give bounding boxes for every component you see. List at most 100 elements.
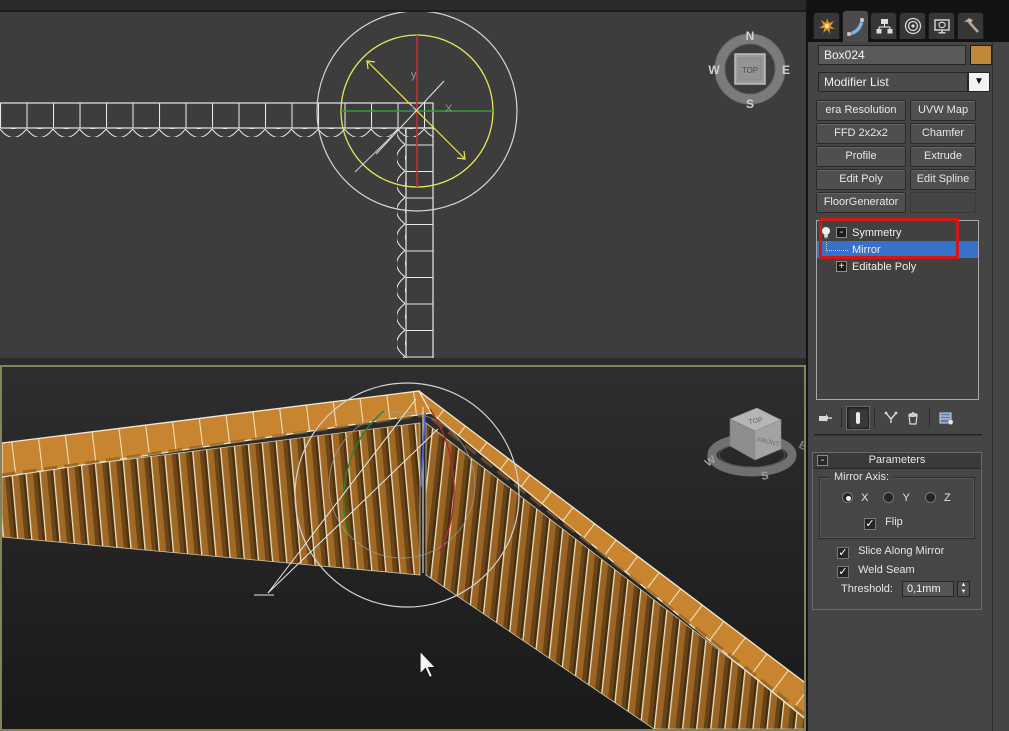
spinner-down-icon[interactable]: ▼ — [958, 589, 969, 596]
modifier-button-edit-spline[interactable]: Edit Spline — [910, 169, 976, 190]
3dsmax-window: y X z TOP N E S W TOP FRONT W S E Box024… — [0, 0, 1009, 731]
panel-edge-line — [992, 42, 993, 731]
radio-y[interactable] — [883, 492, 895, 503]
radio-y-label: Y — [902, 492, 910, 504]
command-panel: Box024 Modifier List ▼ era Resolution UV… — [806, 0, 1009, 731]
stack-item-label: Mirror — [852, 243, 881, 256]
pin-stack-icon — [819, 414, 832, 422]
wall-top-view-wireframe — [0, 102, 434, 365]
radio-x[interactable] — [842, 492, 853, 503]
slice-label: Slice Along Mirror — [858, 545, 945, 557]
wall-perspective — [2, 390, 804, 729]
viewcube-perspective[interactable]: TOP FRONT W S E — [703, 407, 804, 483]
modifier-button-edit-poly[interactable]: Edit Poly — [816, 169, 906, 190]
make-unique-button[interactable] — [880, 407, 902, 429]
object-color-swatch[interactable] — [970, 45, 992, 65]
tab-create[interactable] — [813, 12, 840, 39]
tab-hierarchy[interactable] — [870, 12, 897, 39]
configure-modifier-sets-button[interactable] — [935, 407, 957, 429]
modifier-button-camera-resolution[interactable]: era Resolution — [816, 100, 906, 121]
modifier-stack-list: - Symmetry Mirror + Editable Poly — [816, 220, 979, 400]
create-icon — [817, 17, 835, 35]
mouse-cursor — [419, 649, 437, 679]
mirror-axis-group: Mirror Axis: X Y Z ✓ Flip — [819, 471, 975, 539]
stack-item-label: Symmetry — [852, 226, 902, 239]
modifier-button-floorgenerator[interactable]: FloorGenerator — [816, 192, 906, 213]
modify-icon — [846, 17, 864, 36]
modifier-button-empty[interactable] — [910, 192, 976, 213]
viewport-top-strip — [0, 0, 806, 12]
mirror-axis-label: Mirror Axis: — [830, 471, 893, 483]
collapse-rollout-button[interactable]: - — [817, 455, 828, 466]
flip-checkbox[interactable]: ✓ — [864, 518, 876, 530]
compass-w: W — [708, 63, 720, 77]
viewcube-top-view[interactable]: TOP N E S W — [708, 29, 790, 111]
stack-item-mirror[interactable]: Mirror — [817, 241, 978, 258]
viewport-divider[interactable] — [0, 358, 806, 365]
weld-label: Weld Seam — [858, 564, 915, 576]
expand-box[interactable]: + — [836, 261, 847, 272]
stack-item-symmetry[interactable]: - Symmetry — [817, 224, 978, 241]
tab-display[interactable] — [928, 12, 955, 39]
weld-seam-checkbox[interactable]: ✓ — [837, 566, 849, 578]
remove-modifier-button[interactable] — [902, 407, 924, 429]
rollout-header[interactable]: - Parameters — [813, 453, 981, 469]
motion-icon — [904, 17, 921, 35]
slice-along-mirror-checkbox[interactable]: ✓ — [837, 547, 849, 559]
modifier-button-profile[interactable]: Profile — [816, 146, 906, 167]
show-end-result-icon — [856, 412, 860, 424]
flip-label: Flip — [885, 516, 903, 528]
command-panel-tabs — [808, 0, 1009, 42]
toolbar-separator — [874, 409, 875, 427]
mirror-gizmo[interactable]: y X z — [316, 10, 518, 212]
top-viewport-canvas: y X z TOP N E S W — [0, 10, 790, 365]
axis-radio-row: X Y Z — [842, 492, 951, 504]
tree-connector — [826, 242, 848, 251]
toolbar-separator — [841, 409, 842, 427]
modifier-button-extrude[interactable]: Extrude — [910, 146, 976, 167]
parameters-rollout: - Parameters Mirror Axis: X Y Z ✓ Flip ✓… — [812, 452, 982, 610]
stack-item-label: Editable Poly — [852, 260, 917, 273]
stack-toolbar — [814, 405, 984, 431]
radio-z[interactable] — [924, 492, 936, 503]
show-end-result-button[interactable] — [847, 407, 869, 429]
tab-motion[interactable] — [899, 12, 926, 39]
axis-label-x: X — [445, 103, 453, 115]
axis-label-y: y — [411, 69, 417, 81]
perspective-viewport[interactable]: TOP FRONT W S E — [0, 365, 806, 731]
modifier-button-ffd-2x2x2[interactable]: FFD 2x2x2 — [816, 123, 906, 144]
object-name-field[interactable]: Box024 — [818, 45, 966, 65]
make-unique-icon — [884, 411, 898, 423]
collapse-box[interactable]: - — [836, 227, 847, 238]
slice-row: ✓ Slice Along Mirror — [837, 545, 944, 559]
lightbulb-icon — [822, 226, 830, 238]
tab-utilities[interactable] — [957, 12, 984, 39]
compass-e: E — [782, 63, 790, 77]
threshold-value-field[interactable]: 0,1mm — [902, 581, 954, 597]
radio-x-label: X — [861, 492, 869, 504]
viewcube-face-label: TOP — [742, 66, 758, 75]
pin-stack-button[interactable] — [814, 407, 836, 429]
radio-z-label: Z — [944, 492, 951, 504]
utilities-icon — [962, 17, 979, 33]
perspective-canvas: TOP FRONT W S E — [2, 382, 804, 729]
toolbar-separator — [929, 409, 930, 427]
modifier-button-uvw-map[interactable]: UVW Map — [910, 100, 976, 121]
modifier-list-dropdown[interactable]: Modifier List — [818, 72, 968, 92]
compass-n: N — [746, 29, 755, 43]
flip-row: ✓ Flip — [864, 516, 903, 530]
tab-modify[interactable] — [842, 10, 869, 42]
display-icon — [933, 19, 950, 34]
toolbar-underline — [814, 434, 982, 436]
weld-row: ✓ Weld Seam — [837, 564, 915, 578]
remove-modifier-icon — [908, 412, 918, 425]
rollout-title: Parameters — [868, 454, 926, 466]
spinner-up-icon[interactable]: ▲ — [958, 582, 969, 589]
stack-item-editable-poly[interactable]: + Editable Poly — [817, 258, 978, 275]
chevron-down-icon[interactable]: ▼ — [968, 72, 990, 92]
compass-e-persp: E — [797, 439, 804, 453]
threshold-spinner[interactable]: ▲ ▼ — [957, 581, 970, 597]
top-viewport[interactable]: y X z TOP N E S W — [0, 10, 806, 365]
modifier-button-chamfer[interactable]: Chamfer — [910, 123, 976, 144]
configure-modifier-sets-icon — [939, 412, 954, 425]
